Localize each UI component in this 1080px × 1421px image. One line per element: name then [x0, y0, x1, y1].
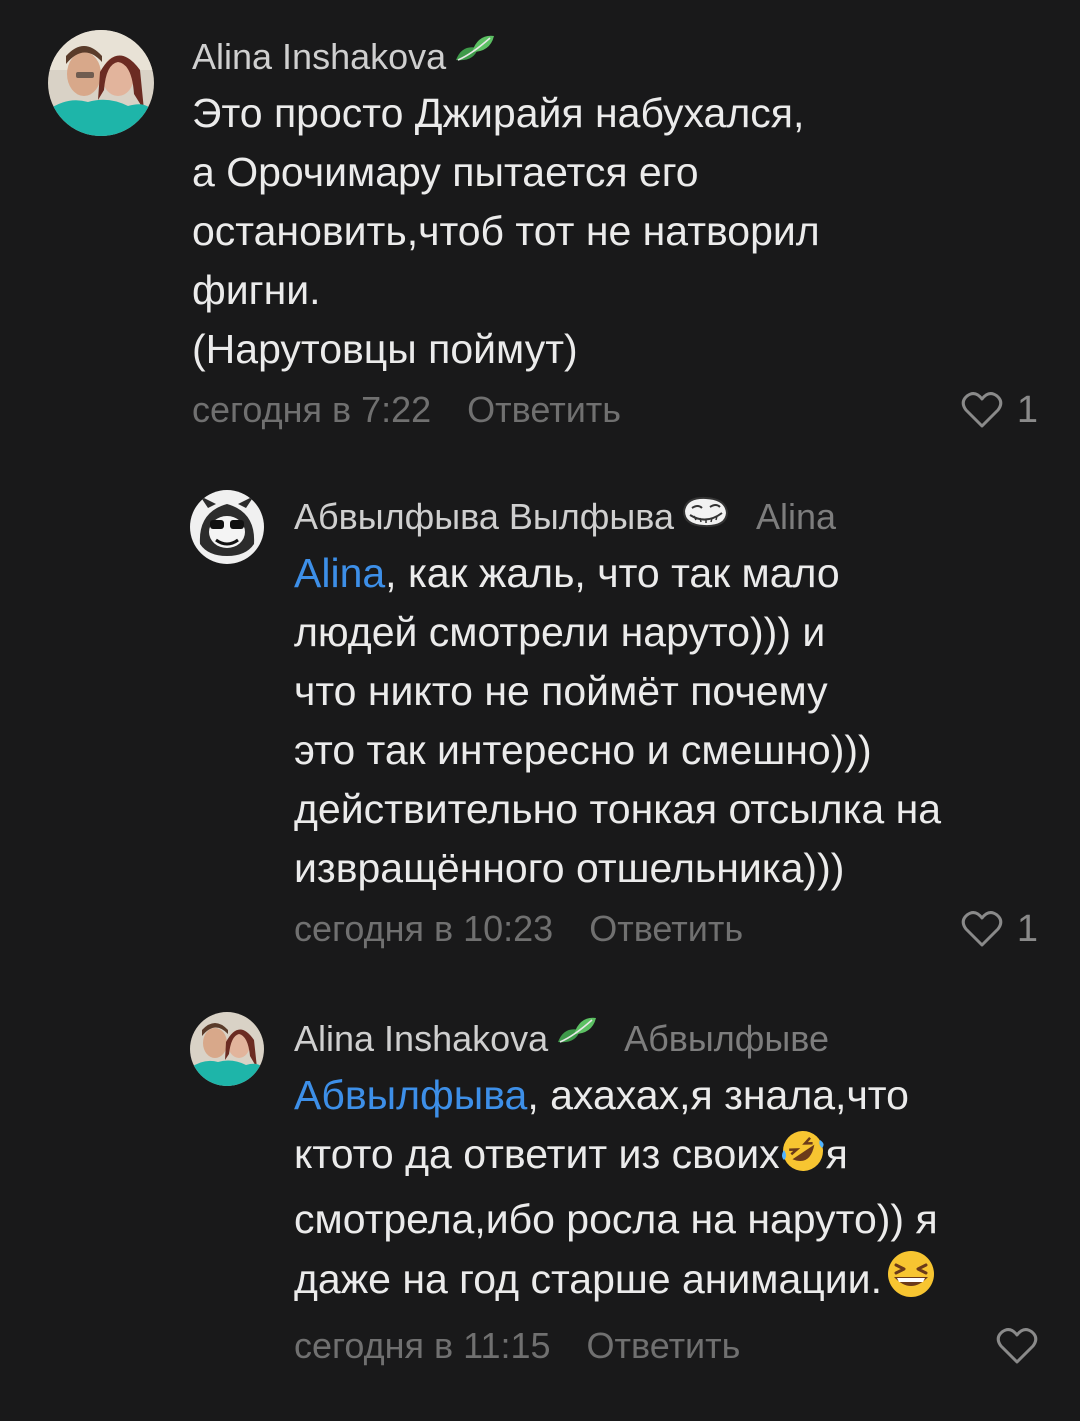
heart-icon: [996, 1328, 1038, 1364]
rolling-laughing-emoji-icon: [780, 1128, 826, 1190]
like-count: 1: [1016, 907, 1038, 950]
heart-icon: [961, 911, 1003, 947]
comment-author[interactable]: Абвылфыва Вылфыва: [294, 490, 674, 544]
avatar[interactable]: [48, 30, 154, 136]
like-button[interactable]: [996, 1327, 1038, 1365]
mention-link[interactable]: Alina: [294, 550, 385, 596]
like-button[interactable]: 1: [961, 389, 1038, 432]
like-button[interactable]: 1: [961, 908, 1038, 951]
reply-button[interactable]: Ответить: [467, 389, 621, 431]
reply-comment: Абвылфыва Вылфыва Alina Alina, как жаль,…: [190, 490, 1038, 954]
reply-to-name[interactable]: Alina: [756, 490, 836, 544]
leaf-badge-icon: [452, 30, 496, 85]
comment-timestamp: сегодня в 7:22: [192, 389, 432, 430]
comment-author[interactable]: Alina Inshakova: [294, 1012, 548, 1066]
reply-comment: Alina Inshakova Абвылфыве Абвылфыва, аха…: [190, 1012, 1038, 1371]
reply-button[interactable]: Ответить: [589, 908, 743, 950]
avatar[interactable]: [190, 490, 264, 564]
leaf-badge-icon: [554, 1012, 598, 1067]
heart-icon: [961, 392, 1003, 428]
reply-button[interactable]: Ответить: [587, 1325, 741, 1367]
comment: Alina Inshakova Это просто Джирайя набух…: [48, 30, 1038, 435]
mention-link[interactable]: Абвылфыва: [294, 1072, 527, 1118]
comment-text: Это просто Джирайя набухался, а Орочимар…: [192, 90, 820, 372]
like-count: 1: [1016, 388, 1038, 431]
comment-text: Абвылфыва, ахахах,я знала,что ктото да о…: [294, 1066, 1038, 1315]
comment-timestamp: сегодня в 10:23: [294, 908, 554, 949]
trollface-badge-icon: [680, 490, 730, 544]
avatar[interactable]: [190, 1012, 264, 1086]
comment-text: Alina, как жаль, что так мало людей смот…: [294, 544, 1038, 898]
reply-to-name[interactable]: Абвылфыве: [624, 1012, 829, 1066]
grinning-squinting-emoji-icon: [882, 1249, 940, 1315]
comment-timestamp: сегодня в 11:15: [294, 1325, 551, 1366]
comment-text-body: , как жаль, что так мало людей смотрели …: [294, 550, 942, 891]
comment-author[interactable]: Alina Inshakova: [192, 30, 446, 84]
